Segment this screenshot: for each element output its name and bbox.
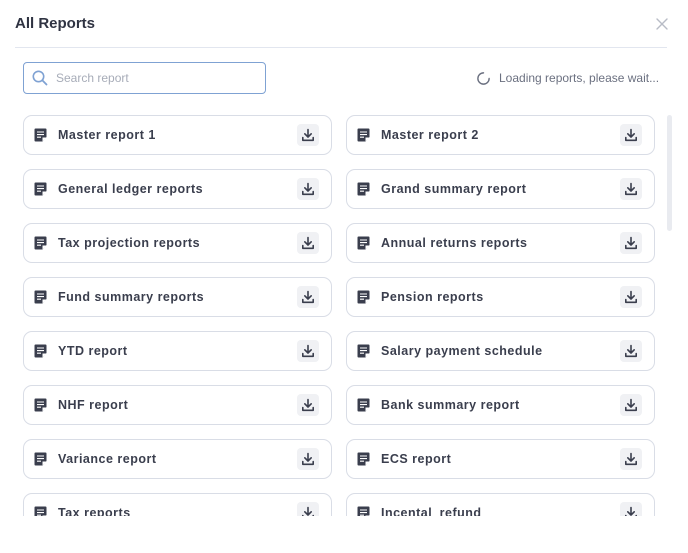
- download-button[interactable]: [297, 502, 319, 516]
- download-button[interactable]: [297, 448, 319, 470]
- report-label: Fund summary reports: [58, 290, 205, 304]
- download-button[interactable]: [620, 448, 642, 470]
- report-card[interactable]: Tax reports: [23, 493, 332, 516]
- report-label: Salary payment schedule: [381, 344, 543, 358]
- report-label: General ledger reports: [58, 182, 204, 196]
- report-label: Master report 2: [381, 128, 479, 142]
- loading-status: Loading reports, please wait...: [476, 69, 659, 87]
- report-label: ECS report: [381, 452, 452, 466]
- download-icon: [625, 398, 637, 412]
- report-label: NHF report: [58, 398, 129, 412]
- document-icon: [357, 182, 370, 196]
- report-card[interactable]: Salary payment schedule: [346, 331, 655, 371]
- report-card[interactable]: YTD report: [23, 331, 332, 371]
- search-icon: [32, 70, 48, 86]
- download-icon: [625, 344, 637, 358]
- download-button[interactable]: [620, 232, 642, 254]
- report-card[interactable]: Bank summary report: [346, 385, 655, 425]
- download-icon: [625, 290, 637, 304]
- loading-text: Loading reports, please wait...: [499, 71, 660, 85]
- download-button[interactable]: [620, 340, 642, 362]
- download-button[interactable]: [297, 178, 319, 200]
- report-label: Bank summary report: [381, 398, 520, 412]
- download-icon: [302, 344, 314, 358]
- download-icon: [625, 236, 637, 250]
- report-label: Pension reports: [381, 290, 484, 304]
- document-icon: [357, 290, 370, 304]
- document-icon: [357, 398, 370, 412]
- report-label: YTD report: [58, 344, 128, 358]
- download-icon: [302, 506, 314, 516]
- download-icon: [302, 182, 314, 196]
- report-card[interactable]: Incental_refund: [346, 493, 655, 516]
- download-button[interactable]: [620, 178, 642, 200]
- document-icon: [34, 236, 47, 250]
- document-icon: [34, 344, 47, 358]
- spinner-icon: [477, 71, 490, 85]
- report-card[interactable]: Variance report: [23, 439, 332, 479]
- document-icon: [357, 452, 370, 466]
- document-icon: [34, 182, 47, 196]
- download-button[interactable]: [297, 394, 319, 416]
- document-icon: [357, 506, 370, 516]
- document-icon: [357, 128, 370, 142]
- report-card[interactable]: Pension reports: [346, 277, 655, 317]
- document-icon: [357, 236, 370, 250]
- document-icon: [34, 506, 47, 516]
- scrollbar-track[interactable]: [667, 115, 672, 515]
- download-icon: [302, 128, 314, 142]
- modal-header: All Reports: [0, 0, 688, 48]
- report-label: Variance report: [58, 452, 157, 466]
- report-card[interactable]: Tax projection reports: [23, 223, 332, 263]
- report-grid: Master report 1 Master report 2 General: [23, 115, 655, 516]
- download-button[interactable]: [297, 232, 319, 254]
- download-icon: [302, 452, 314, 466]
- report-label: Grand summary report: [381, 182, 527, 196]
- document-icon: [34, 290, 47, 304]
- close-icon[interactable]: [652, 14, 672, 34]
- report-list: Master report 1 Master report 2 General: [0, 108, 688, 516]
- download-icon: [625, 506, 637, 516]
- download-button[interactable]: [620, 286, 642, 308]
- close-button[interactable]: [652, 14, 672, 34]
- report-card[interactable]: Master report 2: [346, 115, 655, 155]
- scrollbar-thumb[interactable]: [667, 115, 672, 231]
- document-icon: [357, 344, 370, 358]
- download-button[interactable]: [620, 124, 642, 146]
- download-icon: [302, 236, 314, 250]
- header-divider: [15, 47, 667, 48]
- report-card[interactable]: ECS report: [346, 439, 655, 479]
- download-icon: [302, 398, 314, 412]
- download-button[interactable]: [620, 394, 642, 416]
- report-label: Master report 1: [58, 128, 156, 142]
- download-button[interactable]: [297, 286, 319, 308]
- report-card[interactable]: General ledger reports: [23, 169, 332, 209]
- report-label: Tax projection reports: [58, 236, 201, 250]
- report-label: Annual returns reports: [381, 236, 528, 250]
- report-card[interactable]: Annual returns reports: [346, 223, 655, 263]
- download-button[interactable]: [297, 124, 319, 146]
- modal-title: All Reports: [15, 15, 96, 32]
- download-icon: [625, 452, 637, 466]
- download-button[interactable]: [297, 340, 319, 362]
- download-icon: [625, 128, 637, 142]
- download-button[interactable]: [620, 502, 642, 516]
- report-card[interactable]: NHF report: [23, 385, 332, 425]
- report-label: Tax reports: [58, 506, 131, 516]
- report-card[interactable]: Master report 1: [23, 115, 332, 155]
- report-card[interactable]: Fund summary reports: [23, 277, 332, 317]
- document-icon: [34, 452, 47, 466]
- document-icon: [34, 398, 47, 412]
- document-icon: [34, 128, 47, 142]
- search-box[interactable]: [23, 62, 266, 94]
- download-icon: [625, 182, 637, 196]
- report-label: Incental_refund: [381, 506, 482, 516]
- download-icon: [302, 290, 314, 304]
- report-card[interactable]: Grand summary report: [346, 169, 655, 209]
- search-input[interactable]: [56, 67, 256, 89]
